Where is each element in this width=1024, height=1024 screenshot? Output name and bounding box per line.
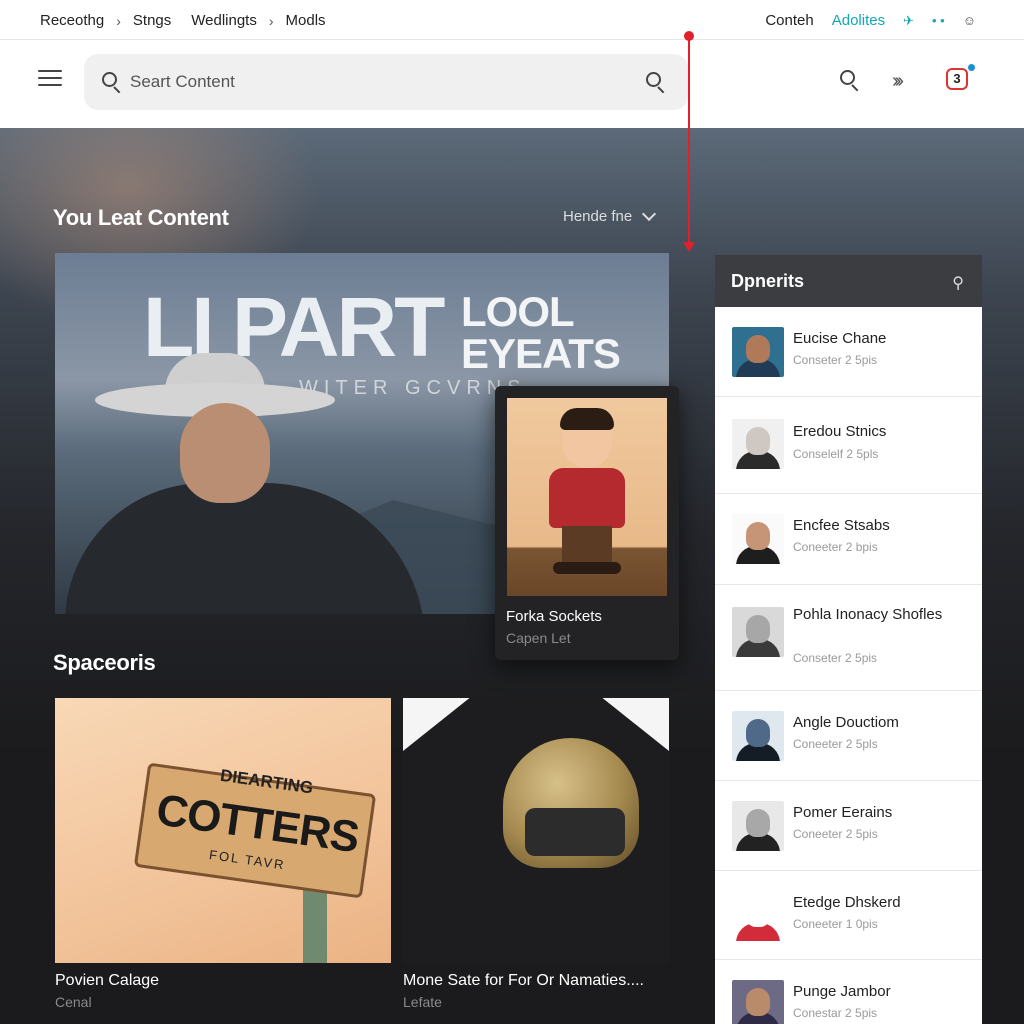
search-icon <box>102 72 122 94</box>
avatar <box>732 327 784 377</box>
avatar <box>732 891 784 941</box>
avatar <box>732 711 784 761</box>
featured-person-image <box>55 353 435 614</box>
avatar <box>732 514 784 564</box>
panel-item-name: Encfee Stsabs <box>793 517 890 534</box>
panel-item-name: Punge Jambor <box>793 983 891 1000</box>
panel-header: Dpnerits ⚲ <box>715 255 982 307</box>
breadcrumb-item-4[interactable]: Modls <box>286 12 326 29</box>
sort-dropdown[interactable]: Hende fne <box>563 206 657 225</box>
tile-title-1[interactable]: Povien Calage <box>55 972 159 990</box>
overlay-card-title: Forka Sockets <box>506 608 602 625</box>
avatar <box>732 419 784 469</box>
tile-title-2[interactable]: Mone Sate for For Or Namaties.... <box>403 972 644 990</box>
top-links: Conteh Adolites ✈ • • ☺ <box>765 12 976 29</box>
sort-label: Hende fne <box>563 208 633 225</box>
right-panel: Dpnerits ⚲ Eucise Chane Conseter 2 5pis Er… <box>715 255 982 1024</box>
panel-list-item[interactable]: Angle Douctiom Coneeter 2 5pls <box>715 691 982 781</box>
panel-item-meta: Coneeter 2 5pls <box>793 737 878 751</box>
panel-item-meta: Conselelf 2 5pls <box>793 447 879 461</box>
header-actions: ››› 3 <box>838 64 975 94</box>
pin-icon[interactable]: ✈ <box>903 13 914 29</box>
dots-icon[interactable]: • • <box>932 13 945 28</box>
updates-link[interactable]: Adolites <box>832 12 885 29</box>
marker-arrow-icon <box>683 242 695 252</box>
chevron-down-icon <box>642 206 657 221</box>
avatar <box>732 801 784 851</box>
panel-list-item[interactable]: Eucise Chane Conseter 2 5pis <box>715 307 982 397</box>
panel-item-name: Pohla Inonacy Shofles <box>793 606 943 623</box>
panel-item-name: Etedge Dhskerd <box>793 894 901 911</box>
avatar <box>732 607 784 657</box>
tile-subtitle-1: Cenal <box>55 994 92 1010</box>
panel-item-name: Eucise Chane <box>793 330 887 347</box>
panel-list-item[interactable]: Punge Jambor Conestar 2 5pis <box>715 960 982 1024</box>
panel-title: Dpnerits <box>731 271 805 291</box>
hamburger-menu-icon[interactable] <box>38 70 62 90</box>
panel-item-meta: Conseter 2 5pis <box>793 651 878 665</box>
breadcrumb-item-1[interactable]: Receothg <box>40 12 104 29</box>
search-submit-icon[interactable] <box>646 72 666 94</box>
panel-item-meta: Conseter 2 5pis <box>793 353 878 367</box>
visor-graphic <box>525 808 625 856</box>
panel-list-item[interactable]: Pomer Eerains Coneeter 2 5pis <box>715 781 982 871</box>
breadcrumb: Receothg › Stngs Wedlingts › Modls <box>40 12 326 29</box>
profile-icon[interactable]: ☺ <box>963 13 976 28</box>
panel-list-item[interactable]: Eredou Stnics Conselelf 2 5pls <box>715 397 982 494</box>
panel-item-meta: Conestar 2 5pis <box>793 1006 878 1020</box>
panel-item-name: Angle Douctiom <box>793 714 899 731</box>
search-bar <box>84 54 688 110</box>
top-bar: Receothg › Stngs Wedlingts › Modls Conte… <box>0 0 1024 40</box>
panel-list-item[interactable]: Etedge Dhskerd Coneeter 1 0pis <box>715 871 982 960</box>
breadcrumb-item-3[interactable]: Wedlingts <box>191 12 257 29</box>
tile-card-2[interactable] <box>403 698 669 963</box>
panel-list: Eucise Chane Conseter 2 5pis Eredou Stnics… <box>715 307 982 1024</box>
search-icon[interactable] <box>838 68 864 94</box>
breadcrumb-item-2[interactable]: Stngs <box>133 12 171 29</box>
figurine-image <box>507 398 667 596</box>
chevron-right-icon: › <box>268 12 274 29</box>
featured-headline-secondary: LOOL EYEATS <box>461 288 621 377</box>
notification-icon[interactable]: 3 <box>946 64 975 94</box>
panel-item-meta: Coneeter 2 bpis <box>793 540 878 554</box>
section-title-content: You Leat Content <box>53 205 229 230</box>
search-header: ››› 3 <box>0 40 1024 128</box>
sign-graphic: DIEARTING COTTERS FOL TAVR <box>133 762 377 899</box>
section-title-secondary: Spaceoris <box>53 650 156 675</box>
panel-list-item[interactable]: Pohla Inonacy Shofles Conseter 2 5pis <box>715 585 982 691</box>
avatar <box>732 980 784 1024</box>
content-link[interactable]: Conteh <box>765 12 813 29</box>
marker-line <box>688 35 690 247</box>
overlay-card[interactable]: Forka Sockets Capen Let <box>495 386 679 660</box>
forward-icon[interactable]: ››› <box>892 68 918 94</box>
sign-post <box>303 888 327 963</box>
overlay-card-subtitle: Capen Let <box>506 630 571 646</box>
tile-card-1[interactable]: DIEARTING COTTERS FOL TAVR <box>55 698 391 963</box>
tile-subtitle-2: Lefate <box>403 994 442 1010</box>
panel-item-meta: Coneeter 1 0pis <box>793 917 878 931</box>
panel-item-name: Pomer Eerains <box>793 804 893 821</box>
search-input[interactable] <box>130 68 610 96</box>
pin-icon[interactable]: ⚲ <box>952 273 964 293</box>
panel-item-meta: Coneeter 2 5pis <box>793 827 878 841</box>
panel-list-item[interactable]: Encfee Stsabs Coneeter 2 bpis <box>715 494 982 585</box>
panel-item-name: Eredou Stnics <box>793 423 887 440</box>
chevron-right-icon: › <box>116 12 121 29</box>
